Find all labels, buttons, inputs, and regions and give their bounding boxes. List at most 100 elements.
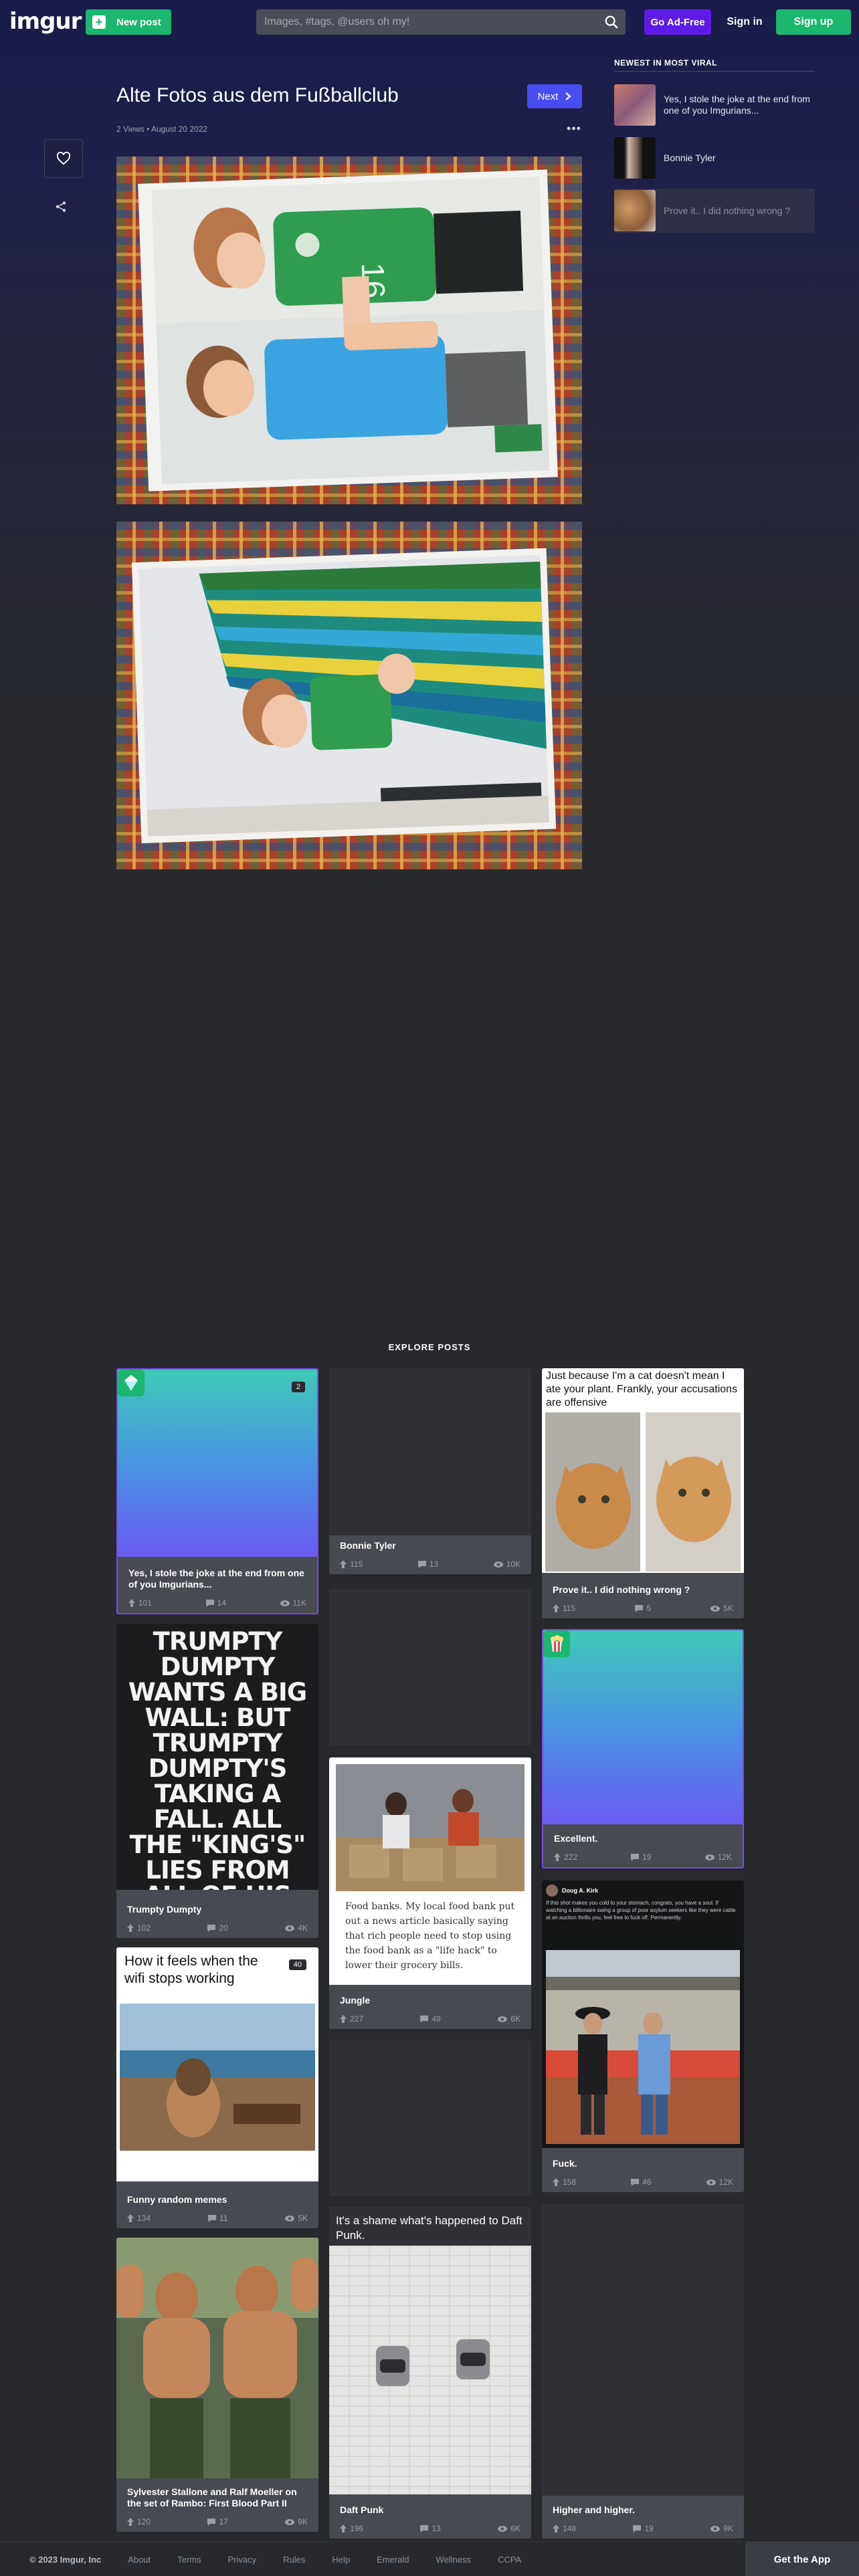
comment-icon (631, 1853, 640, 1861)
sidebar-item-label: Yes, I stole the joke at the end from on… (664, 94, 810, 116)
eye-icon (498, 2016, 508, 2022)
new-post-button[interactable]: + New post (86, 9, 171, 35)
explore-card[interactable]: TRUMPTY DUMPTY WANTS A BIG WALL: BUT TRU… (116, 1624, 318, 1938)
plus-icon: + (92, 15, 106, 29)
upvote-icon (553, 2178, 559, 2186)
sidebar-item-label: Bonnie Tyler (664, 152, 716, 163)
sidebar-item-2[interactable]: Prove it.. I did nothing wrong ? (614, 189, 815, 233)
card-stats: 227 49 6K (340, 2014, 520, 2024)
card-stats: 196 13 6K (340, 2524, 520, 2533)
tweet-author: Doug A. Kirk (562, 1887, 599, 1894)
card-thumbnail: How it feels when the wifi stops working (116, 1947, 318, 2181)
promoted-gem-icon (118, 1370, 145, 1396)
cat-caption: Just because I'm a cat doesn't mean I at… (546, 1370, 738, 1408)
go-ad-free-button[interactable]: Go Ad-Free (644, 9, 711, 35)
footer-link-emerald[interactable]: Emerald (377, 2555, 409, 2565)
card-thumbnail: Doug A. Kirk If this shot makes you cold… (542, 1881, 744, 2148)
eye-icon (285, 1925, 295, 1931)
upvote-icon (127, 2518, 134, 2526)
explore-card[interactable]: Excellent. 222 19 12K (542, 1629, 744, 1868)
upvotes: 158 (553, 2177, 576, 2187)
upvote-icon (340, 1560, 347, 1568)
more-options-icon[interactable]: ••• (566, 120, 582, 136)
card-title: Fuck. (553, 2158, 577, 2169)
footer: © 2023 Imgur, Inc About Terms Privacy Ru… (0, 2541, 859, 2576)
explore-card-placeholder[interactable] (329, 1589, 531, 1745)
views: 9K (285, 2517, 308, 2527)
footer-link-help[interactable]: Help (332, 2555, 350, 2565)
card-title: Trumpty Dumpty (127, 1904, 202, 1915)
explore-card[interactable]: 2 Yes, I stole the joke at the end from … (116, 1368, 318, 1614)
card-info: Fuck. 158 46 12K (542, 2153, 744, 2192)
sign-up-button[interactable]: Sign up (776, 9, 851, 35)
comment-icon (417, 1560, 426, 1568)
post-image-1[interactable]: 16 (116, 156, 582, 504)
card-title: Higher and higher. (553, 2504, 635, 2515)
get-the-app-button[interactable]: Get the App (745, 2542, 859, 2576)
comments: 5 (635, 1604, 651, 1613)
explore-card[interactable]: How it feels when the wifi stops working… (116, 1947, 318, 2228)
footer-link-about[interactable]: About (128, 2555, 151, 2565)
search-input[interactable] (256, 9, 591, 35)
comment-icon (633, 2525, 642, 2533)
sidebar-item-0[interactable]: Yes, I stole the joke at the end from on… (614, 83, 815, 127)
card-thumbnail: Just because I'm a cat doesn't mean I at… (542, 1368, 744, 1573)
comments: 46 (631, 2177, 652, 2187)
share-button[interactable] (55, 201, 72, 218)
meme-image (120, 2004, 315, 2151)
explore-card[interactable]: It's a shame what's happened to Daft Pun… (329, 2207, 531, 2539)
card-info: Yes, I stole the joke at the end from on… (118, 1562, 317, 1613)
comment-icon (205, 1599, 214, 1607)
views: 5K (710, 1604, 733, 1613)
upvotes: 134 (127, 2214, 151, 2223)
views: 9K (710, 2524, 733, 2533)
footer-link-privacy[interactable]: Privacy (228, 2555, 257, 2565)
explore-card-placeholder[interactable] (329, 2040, 531, 2196)
views: 12K (704, 1852, 732, 1862)
views: 11K (280, 1598, 306, 1608)
card-stats: 101 14 11K (128, 1598, 306, 1608)
next-post-button[interactable]: Next (527, 84, 582, 108)
card-thumbnail: TRUMPTY DUMPTY WANTS A BIG WALL: BUT TRU… (116, 1624, 318, 1890)
comments: 13 (420, 2524, 441, 2533)
footer-copyright: © 2023 Imgur, Inc (29, 2554, 102, 2565)
footer-link-wellness[interactable]: Wellness (436, 2555, 472, 2565)
footer-link-rules[interactable]: Rules (283, 2555, 305, 2565)
card-title: Yes, I stole the joke at the end from on… (128, 1568, 304, 1590)
explore-card[interactable]: Food banks. My local food bank put out a… (329, 1757, 531, 2029)
upvotes: 120 (127, 2517, 151, 2527)
card-title: Prove it.. I did nothing wrong ? (553, 1584, 690, 1595)
sign-in-link[interactable]: Sign in (721, 9, 768, 35)
imgur-logo[interactable]: imgur (9, 8, 82, 35)
post-image-2[interactable] (116, 522, 582, 869)
post-meta: 2 Views • August 20 2022 (116, 124, 208, 134)
footer-link-ccpa[interactable]: CCPA (498, 2555, 521, 2565)
comments: 49 (420, 2014, 441, 2024)
explore-card[interactable]: Higher and higher. 148 19 9K (542, 2204, 744, 2539)
favorite-button[interactable] (44, 139, 83, 178)
card-info: Higher and higher. 148 19 9K (542, 2499, 744, 2539)
daft-punk-caption: It's a shame what's happened to Daft Pun… (336, 2214, 522, 2242)
views: 10K (493, 1560, 520, 1569)
card-stats: 102 20 4K (127, 1923, 308, 1933)
eye-icon (710, 2525, 721, 2532)
explore-card[interactable]: Doug A. Kirk If this shot makes you cold… (542, 1881, 744, 2192)
explore-card[interactable]: Bonnie Tyler 115 13 10K (329, 1368, 531, 1574)
image-count-badge: 2 (291, 1382, 305, 1392)
new-post-label: New post (116, 16, 161, 28)
sidebar-item-1[interactable]: Bonnie Tyler (614, 136, 815, 180)
views: 12K (706, 2177, 733, 2187)
explore-title: EXPLORE POSTS (388, 1342, 471, 1352)
promoted-popcorn-icon (543, 1630, 570, 1657)
explore-card[interactable]: Sylvester Stallone and Ralf Moeller on t… (116, 2238, 318, 2532)
search-icon[interactable] (604, 15, 619, 29)
upvotes: 115 (553, 1604, 575, 1613)
card-title: Funny random memes (127, 2194, 227, 2205)
food-bank-quote: Food banks. My local food bank put out a… (345, 1901, 515, 1971)
card-stats: 115 13 10K (340, 1560, 520, 1569)
explore-card[interactable]: Just because I'm a cat doesn't mean I at… (542, 1368, 744, 1618)
poster-text: TRUMPTY DUMPTY WANTS A BIG WALL: BUT TRU… (128, 1627, 307, 1891)
card-info: Jungle 227 49 6K (329, 1990, 531, 2029)
upvote-icon (128, 1599, 135, 1607)
footer-link-terms[interactable]: Terms (177, 2555, 201, 2565)
